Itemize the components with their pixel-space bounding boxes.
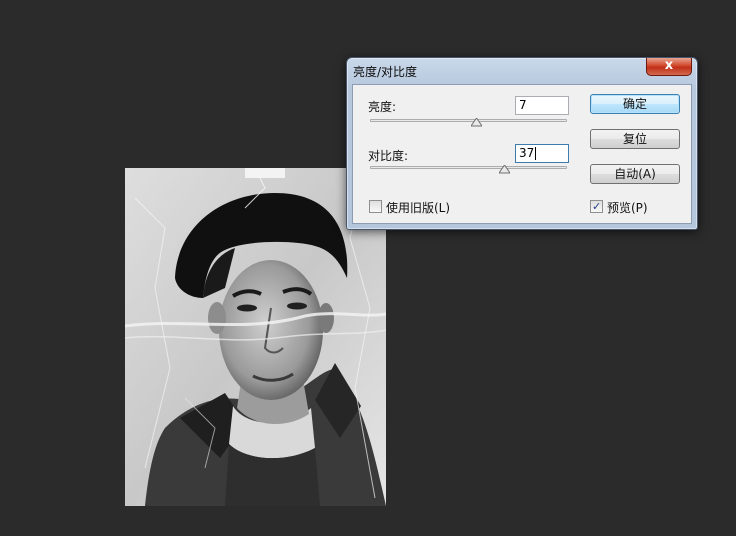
contrast-input[interactable]: 37 — [515, 144, 569, 163]
dialog-title: 亮度/对比度 — [353, 65, 418, 79]
checkbox-box[interactable]: ✓ — [590, 200, 603, 213]
checkbox-box[interactable] — [369, 200, 382, 213]
contrast-label: 对比度: — [368, 149, 409, 163]
brightness-input[interactable]: 7 — [515, 96, 569, 115]
brightness-value: 7 — [519, 98, 527, 112]
reset-button[interactable]: 复位 — [590, 129, 680, 149]
contrast-value: 37 — [519, 146, 535, 160]
preview-checkbox[interactable]: ✓ 预览(P) — [590, 199, 680, 215]
auto-button[interactable]: 自动(A) — [590, 164, 680, 184]
brightness-label: 亮度: — [368, 100, 397, 114]
ok-button[interactable]: 确定 — [590, 94, 680, 114]
checkmark-icon: ✓ — [592, 200, 602, 213]
dialog-titlebar[interactable]: 亮度/对比度 x — [347, 58, 697, 84]
triangle-slider-icon — [471, 118, 483, 127]
use-legacy-checkbox[interactable]: 使用旧版(L) — [369, 199, 479, 215]
text-caret — [535, 147, 536, 160]
use-legacy-label: 使用旧版(L) — [386, 201, 451, 215]
brightness-contrast-dialog: 亮度/对比度 x 亮度: 7 对比度: 37 使用旧版(L) 确定 复位 自动(… — [346, 57, 698, 230]
close-button[interactable]: x — [646, 58, 692, 76]
triangle-slider-icon — [498, 165, 510, 174]
brightness-slider-track[interactable] — [370, 119, 567, 122]
dialog-body: 亮度: 7 对比度: 37 使用旧版(L) 确定 复位 自动(A) ✓ 预览(P… — [352, 84, 692, 224]
close-icon: x — [664, 58, 674, 73]
preview-label: 预览(P) — [607, 201, 648, 215]
contrast-slider-track[interactable] — [370, 166, 567, 169]
